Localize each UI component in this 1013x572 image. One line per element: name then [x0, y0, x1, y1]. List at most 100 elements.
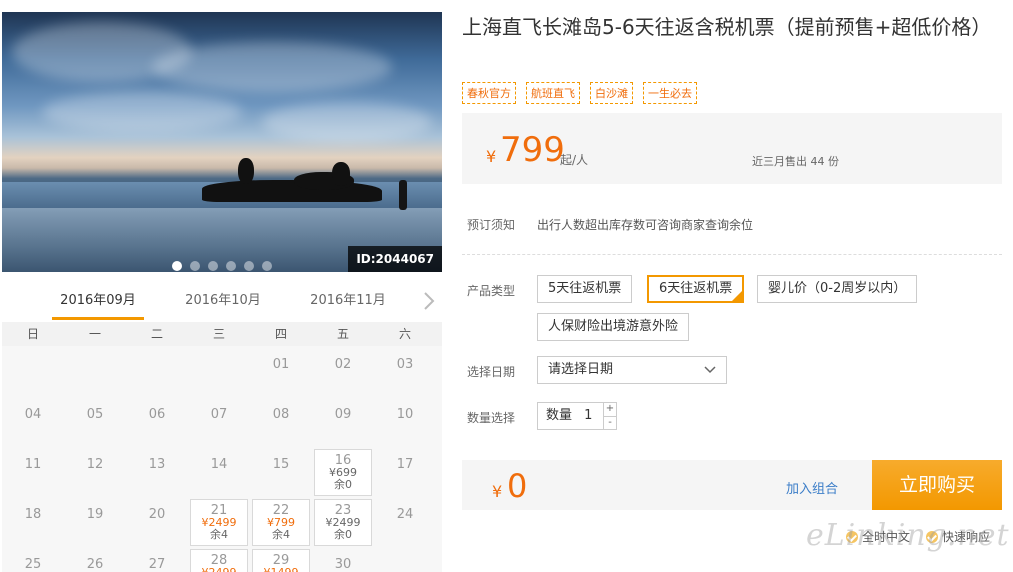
product-type-label: 产品类型 — [467, 284, 516, 298]
calendar-day-stock: 余0 — [334, 478, 352, 491]
total-currency: ¥ — [492, 482, 503, 501]
calendar-day: 25 — [4, 549, 62, 572]
quantity-minus-button[interactable]: - — [603, 416, 616, 429]
divider — [462, 254, 1002, 255]
calendar-day: 14 — [190, 449, 248, 496]
calendar-day-number: 02 — [334, 357, 352, 372]
notice-text: 出行人数超出库存数可咨询商家查询余位 — [537, 218, 754, 232]
calendar-day-number: 30 — [334, 557, 352, 572]
calendar-day-number: 27 — [148, 557, 166, 572]
calendar-day-number: 19 — [86, 507, 104, 522]
calendar-day-available[interactable]: 28¥2499余4 — [190, 549, 248, 572]
quantity-stepper[interactable]: 数量 1 + - — [537, 402, 617, 430]
option-6-day-ticket[interactable]: 6天往返机票 — [647, 275, 745, 303]
calendar-day: 09 — [314, 399, 372, 446]
product-tag: 一生必去 — [643, 82, 697, 104]
calendar-day-number: 20 — [148, 507, 166, 522]
calendar-day: 17 — [376, 449, 434, 496]
date-select-label: 选择日期 — [467, 365, 516, 379]
add-combo-link[interactable]: 加入组合 — [786, 478, 838, 497]
calendar-day: 19 — [66, 499, 124, 546]
product-title: 上海直飞长滩岛5-6天往返含税机票（提前预售+超低价格） — [462, 15, 992, 39]
buy-now-button[interactable]: 立即购买 — [872, 460, 1002, 510]
quantity-label: 数量选择 — [467, 411, 516, 425]
quantity-plus-button[interactable]: + — [603, 403, 616, 416]
calendar-day-available[interactable]: 21 ¥2499 余4 — [190, 499, 248, 546]
carousel-dot[interactable] — [190, 261, 200, 271]
calendar-day-number: 06 — [148, 407, 166, 422]
weekday-label: 六 — [398, 327, 411, 341]
chevron-right-icon[interactable] — [422, 290, 436, 312]
calendar-day-number: 14 — [210, 457, 228, 472]
option-5-day-ticket[interactable]: 5天往返机票 — [537, 275, 633, 303]
calendar-day-price: ¥1499 — [253, 567, 309, 572]
price-unit: 起/人 — [560, 153, 589, 167]
calendar-day-number: 13 — [148, 457, 166, 472]
calendar-day-number: 01 — [272, 357, 290, 372]
calendar-day: 04 — [4, 399, 62, 446]
image-id-label: ID:2044067 — [348, 246, 442, 272]
calendar-day-number: 03 — [396, 357, 414, 372]
product-tag: 白沙滩 — [590, 82, 633, 104]
tab-month-09[interactable]: 2016年09月 — [52, 284, 144, 320]
calendar-day-stock: 余0 — [334, 528, 352, 541]
calendar-day: 15 — [252, 449, 310, 496]
product-tags: 春秋官方 航班直飞 白沙滩 一生必去 — [462, 82, 697, 104]
calendar-day: 20 — [128, 499, 186, 546]
product-page: ID:2044067 2016年09月 2016年10月 2016年11月 日 一… — [0, 0, 1013, 572]
calendar-day-number: 04 — [24, 407, 42, 422]
date-select[interactable]: 请选择日期 — [537, 356, 727, 384]
calendar-day-available[interactable]: 22 ¥799 余4 — [252, 499, 310, 546]
option-infant-price[interactable]: 婴儿价（0-2周岁以内） — [757, 275, 918, 303]
calendar-day-available[interactable]: 23 ¥2499 余0 — [314, 499, 372, 546]
calendar-day: 07 — [190, 399, 248, 446]
product-photo[interactable]: ID:2044067 — [2, 12, 442, 272]
calendar-day: 13 — [128, 449, 186, 496]
tab-month-10[interactable]: 2016年10月 — [177, 284, 269, 320]
calendar-grid: 01 02 03 04 05 06 07 08 09 10 11 12 13 14 15 16 ¥699 余0 17… — [2, 346, 442, 572]
calendar-day-number: 24 — [396, 507, 414, 522]
calendar-day-number: 09 — [334, 407, 352, 422]
calendar-day: 12 — [66, 449, 124, 496]
product-tag: 春秋官方 — [462, 82, 516, 104]
calendar-day: 24 — [376, 499, 434, 546]
price-currency: ¥ — [486, 147, 497, 166]
calendar-weekday-header: 日一二三四五六 — [2, 322, 442, 346]
watermark: eLinking.net — [806, 518, 1010, 553]
tab-month-11[interactable]: 2016年11月 — [302, 284, 394, 320]
weekday-label: 日 — [26, 327, 39, 341]
calendar-day-number: 26 — [86, 557, 104, 572]
calendar-day-available[interactable]: 29¥1499余4 — [252, 549, 310, 572]
calendar-day: 06 — [128, 399, 186, 446]
carousel-dots[interactable] — [172, 261, 272, 271]
carousel-dot[interactable] — [262, 261, 272, 271]
calendar-day-number: 08 — [272, 407, 290, 422]
calendar-day-number: 18 — [24, 507, 42, 522]
calendar-day: 27 — [128, 549, 186, 572]
carousel-dot[interactable] — [226, 261, 236, 271]
quantity-value[interactable]: 1 — [584, 408, 592, 423]
calendar-day: 03 — [376, 349, 434, 396]
calendar-day: 18 — [4, 499, 62, 546]
calendar-day: 11 — [4, 449, 62, 496]
calendar-day-number: 12 — [86, 457, 104, 472]
calendar-day-stock: 余4 — [210, 528, 228, 541]
carousel-dot[interactable] — [208, 261, 218, 271]
option-travel-insurance[interactable]: 人保财险出境游意外险 — [537, 313, 690, 341]
weekday-label: 二 — [150, 327, 163, 341]
calendar-day-available[interactable]: 16 ¥699 余0 — [314, 449, 372, 496]
carousel-dot[interactable] — [172, 261, 182, 271]
chevron-down-icon — [704, 366, 716, 374]
carousel-dot[interactable] — [244, 261, 254, 271]
weekday-label: 四 — [274, 327, 287, 341]
price-box: ¥ 799 起/人 近三月售出 44 份 — [462, 113, 1002, 184]
calendar-day-number: 25 — [24, 557, 42, 572]
calendar-day: 10 — [376, 399, 434, 446]
sold-count: 近三月售出 44 份 — [752, 155, 839, 168]
notice-label: 预订须知 — [467, 218, 516, 232]
calendar-day-number: 07 — [210, 407, 228, 422]
weekday-label: 三 — [212, 327, 225, 341]
buy-bar: ¥ 0 加入组合 立即购买 — [462, 460, 1002, 510]
calendar-day-number: 05 — [86, 407, 104, 422]
weekday-label: 一 — [88, 327, 101, 341]
